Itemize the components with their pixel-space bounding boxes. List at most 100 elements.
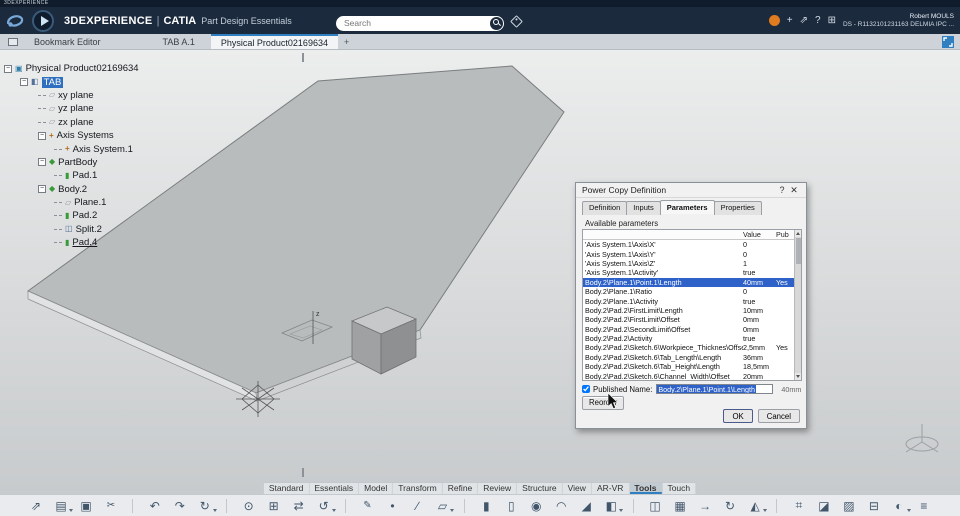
ribbon-tab-touch[interactable]: Touch [662,483,696,494]
tree-item-yz-plane[interactable]: ▱yz plane [4,102,139,115]
param-row[interactable]: 'Axis System.1\Axis\X'0 [583,240,801,249]
translate-icon[interactable]: → [697,498,713,514]
param-row[interactable]: Body.2\Plane.1\Ratio0 [583,287,801,296]
share-icon[interactable]: ⇗ [28,498,44,514]
search-icon[interactable] [490,17,503,30]
ok-button[interactable]: OK [723,409,752,423]
avatar[interactable] [769,15,780,26]
mirror-icon[interactable]: ◫ [647,498,663,514]
tab-properties[interactable]: Properties [714,201,762,215]
pocket-icon[interactable]: ▯ [503,498,519,514]
param-row[interactable]: Body.2\Pad.2\Sketch.6\Tab_Length\Length3… [583,353,801,362]
redo-icon[interactable]: ↷ [172,498,188,514]
collapse-icon[interactable] [20,78,28,86]
param-row[interactable]: Body.2\Pad.2\Sketch.6\Workpiece_Thicknes… [583,343,801,352]
ribbon-tab-essentials[interactable]: Essentials [309,483,359,494]
ribbon-tab-ar-vr[interactable]: AR-VR [592,483,629,494]
param-row[interactable]: 'Axis System.1\Activity'true [583,268,801,277]
pan-icon[interactable]: ⇄ [291,498,307,514]
param-row[interactable]: 'Axis System.1\Axis\Y'0 [583,249,801,258]
tree-item-xy-plane[interactable]: ▱xy plane [4,89,139,102]
tree-item-plane-1[interactable]: ▱Plane.1 [4,196,139,209]
param-row-selected[interactable]: Body.2\Plane.1\Point.1\Length40mmYes [583,278,801,287]
close-icon[interactable]: ✕ [788,185,800,196]
tab-parameters[interactable]: Parameters [660,200,715,214]
param-row[interactable]: 'Axis System.1\Axis\Z'1 [583,259,801,268]
grid-icon[interactable]: ⊟ [866,498,882,514]
collapse-icon[interactable] [38,132,46,140]
scroll-up-icon[interactable] [795,230,802,237]
dialog-titlebar[interactable]: Power Copy Definition ? ✕ [576,183,806,198]
tree-item-split-2[interactable]: ◫Split.2 [4,223,139,236]
ribbon-tab-standard[interactable]: Standard [264,483,310,494]
tree-item-pad-4[interactable]: ▮Pad.4 [4,236,139,249]
dialog-help-icon[interactable]: ? [776,185,788,195]
share-icon[interactable]: ⇗ [800,7,808,34]
new-tab-button[interactable]: + [338,34,355,49]
tab-bookmark-editor[interactable]: Bookmark Editor [24,34,111,49]
tree-item-body-2[interactable]: ◆Body.2 [4,183,139,196]
collapse-icon[interactable] [4,65,12,73]
tab-inputs[interactable]: Inputs [626,201,660,215]
fullscreen-icon[interactable] [942,36,954,48]
scrollbar-thumb[interactable] [796,238,802,264]
param-row[interactable]: Body.2\Plane.1\Activitytrue [583,296,801,305]
tree-item-pad-1[interactable]: ▮Pad.1 [4,169,139,182]
help-icon[interactable]: ? [815,7,821,34]
settings-icon[interactable]: ≡ [916,498,932,514]
measure-icon[interactable]: ⌗ [791,498,807,514]
cut-icon[interactable]: ✂ [103,498,119,514]
tree-item-axis-system-1[interactable]: +Axis System.1 [4,142,139,155]
chamfer-icon[interactable]: ◢ [578,498,594,514]
tag-icon[interactable] [510,15,523,28]
line-icon[interactable]: ∕ [409,498,425,514]
param-row[interactable]: Body.2\Pad.2\FirstLimit\Length10mm [583,306,801,315]
tree-item-partbody[interactable]: ◆PartBody [4,156,139,169]
param-row[interactable]: Body.2\Pad.2\Sketch.6\Tab_Height\Length1… [583,362,801,371]
update-icon[interactable]: ↻ [197,498,213,514]
ribbon-tab-tools[interactable]: Tools [629,483,662,494]
zoom-fit-icon[interactable]: ⊞ [266,498,282,514]
ribbon-tab-view[interactable]: View [563,483,592,494]
hole-icon[interactable]: ◉ [528,498,544,514]
tab-definition[interactable]: Definition [582,201,627,215]
undo-icon[interactable]: ↶ [147,498,163,514]
ribbon-tab-model[interactable]: Model [359,483,393,494]
tree-item-tab[interactable]: ◧TAB [4,75,139,88]
rotate-view-icon[interactable]: ↺ [316,498,332,514]
material-icon[interactable]: ▨ [841,498,857,514]
table-scrollbar[interactable] [794,230,801,380]
cancel-button[interactable]: Cancel [758,409,800,423]
pattern-icon[interactable]: ▦ [672,498,688,514]
collapse-icon[interactable] [38,185,46,193]
ribbon-tab-transform[interactable]: Transform [393,483,442,494]
copy-icon[interactable]: ▣ [78,498,94,514]
rotate-icon[interactable]: ↻ [722,498,738,514]
3d-viewport[interactable]: z ▣Physical Product02169634 [0,50,960,516]
sketch-icon[interactable]: ✎ [359,498,375,514]
plane-icon[interactable]: ▱ [434,498,450,514]
param-row[interactable]: Body.2\Pad.2\Sketch.6\Channel_Width\Offs… [583,371,801,380]
ribbon-tab-structure[interactable]: Structure [517,483,563,494]
view-compass-icon[interactable] [906,424,938,452]
tree-item-pad-2[interactable]: ▮Pad.2 [4,209,139,222]
display-mode-icon[interactable]: ◐ [891,498,907,514]
tab-physical-product[interactable]: Physical Product02169634 [211,34,338,49]
search-input[interactable] [336,18,490,28]
shell-icon[interactable]: ◧ [603,498,619,514]
tree-item-axis-systems[interactable]: +Axis Systems [4,129,139,142]
param-row[interactable]: Body.2\Pad.2\FirstLimit\Offset0mm [583,315,801,324]
param-row[interactable]: Body.2\Pad.2\Activitytrue [583,334,801,343]
published-name-checkbox[interactable] [582,385,590,393]
collapse-icon[interactable] [38,158,46,166]
fillet-icon[interactable]: ◠ [553,498,569,514]
published-name-input[interactable]: Body.2\Plane.1\Point.1\Length [656,384,773,394]
print-icon[interactable]: ▤ [53,498,69,514]
pad-icon[interactable]: ▮ [478,498,494,514]
search-icon[interactable]: ⊙ [241,498,257,514]
reorder-button[interactable]: Reorder [582,396,624,410]
section-icon[interactable]: ◪ [816,498,832,514]
3dexperience-compass-icon[interactable] [32,10,54,32]
ribbon-tab-refine[interactable]: Refine [443,483,479,494]
param-row[interactable]: Body.2\Pad.2\SecondLimit\Offset0mm [583,325,801,334]
